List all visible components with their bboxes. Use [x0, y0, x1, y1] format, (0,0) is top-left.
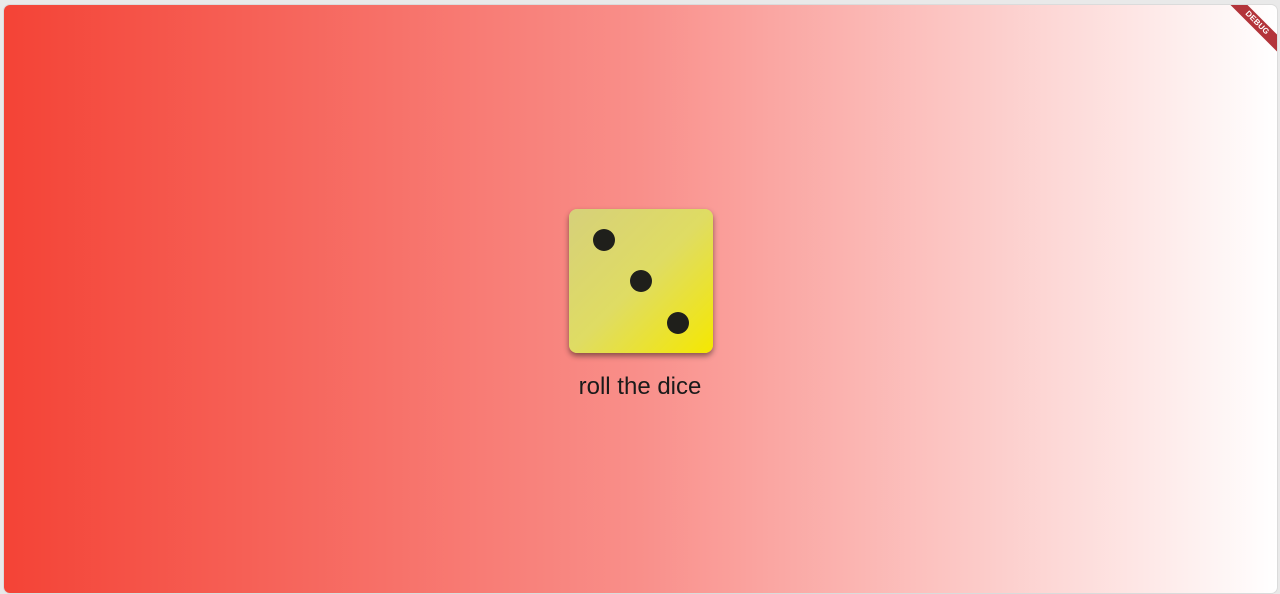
dice-button[interactable] — [569, 209, 713, 353]
dice-pip — [593, 229, 615, 251]
dice-pip — [667, 312, 689, 334]
roll-label: roll the dice — [578, 373, 702, 400]
dice-area: roll the dice — [4, 5, 1277, 593]
app-window: DEBUG roll the dice — [4, 5, 1277, 593]
dice-pip — [630, 270, 652, 292]
